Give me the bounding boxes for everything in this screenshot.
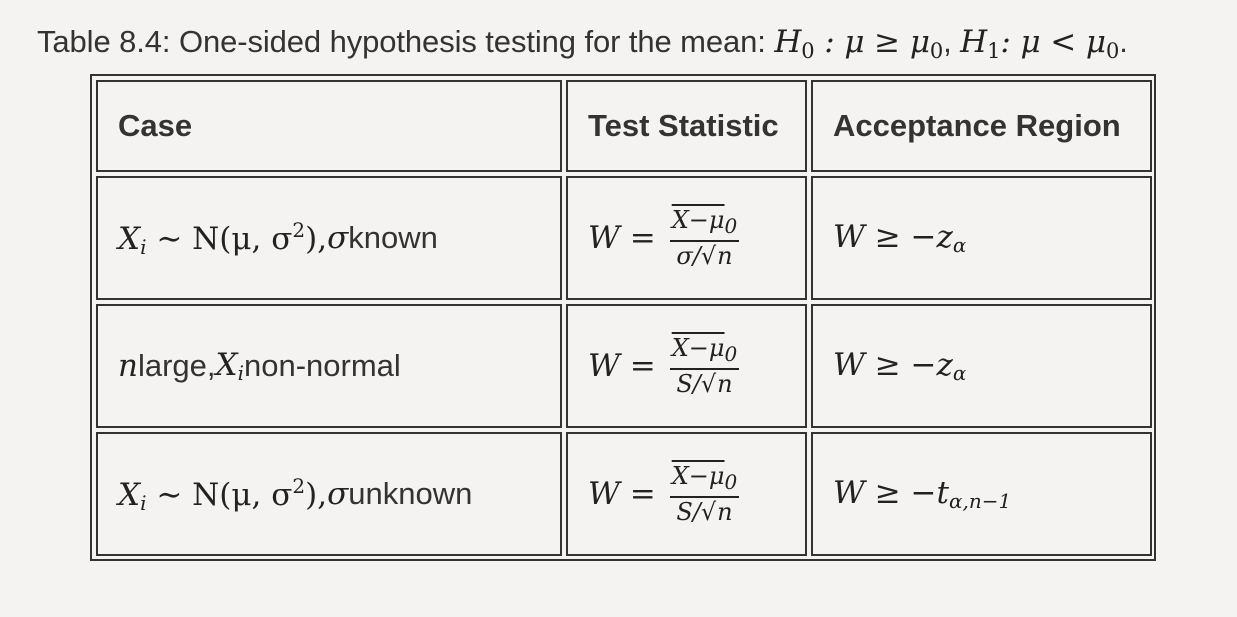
row1-fraction: X−μ0 σ/√n — [669, 206, 740, 270]
row2-acceptance-region: W ≥ −zα — [811, 304, 1152, 428]
row2-case: n large, Xi non-normal — [96, 304, 562, 428]
table-caption: Table 8.4: One-sided hypothesis testing … — [37, 24, 1128, 63]
caption-comma: , — [943, 24, 961, 59]
row3-fraction: X−μ0 S/√n — [669, 462, 740, 526]
row2-test-statistic: W = X−μ0 S/√n — [566, 304, 807, 428]
caption-period: . — [1119, 24, 1128, 59]
row1-test-statistic: W = X−μ0 σ/√n — [566, 176, 807, 300]
header-acceptance-region: Acceptance Region — [811, 80, 1152, 172]
caption-prefix: Table 8.4: One-sided hypothesis testing … — [37, 24, 775, 59]
caption-h1: H1: μ < μ0 — [960, 24, 1120, 63]
caption-h0: H0 : μ ≥ μ0 — [774, 24, 944, 63]
row2-fraction: X−μ0 S/√n — [669, 334, 740, 398]
row3-acceptance-region: W ≥ −tα,n−1 — [811, 432, 1152, 556]
row3-test-statistic: W = X−μ0 S/√n — [566, 432, 807, 556]
row3-case: Xi ∼ N(μ, σ2), σ unknown — [96, 432, 562, 556]
row1-acceptance-region: W ≥ −zα — [811, 176, 1152, 300]
header-case: Case — [96, 80, 562, 172]
header-test-statistic: Test Statistic — [566, 80, 807, 172]
row1-case: Xi ∼ N(μ, σ2), σ known — [96, 176, 562, 300]
